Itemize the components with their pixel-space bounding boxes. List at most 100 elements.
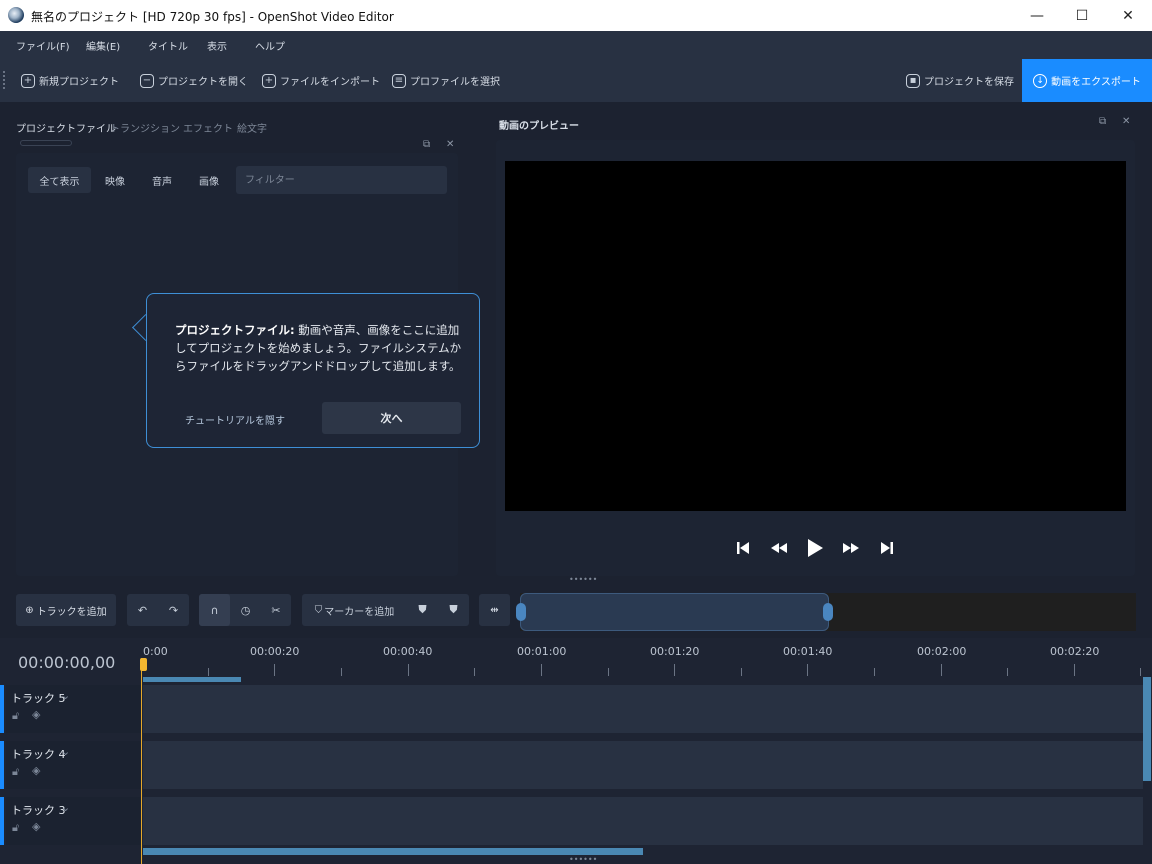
tutorial-heading: プロジェクトファイル:	[175, 323, 295, 337]
redo-icon[interactable]: ↷	[158, 594, 189, 626]
tutorial-message: プロジェクトファイル: 動画や音声、画像をここに追加してプロジェクトを始めましょ…	[175, 321, 465, 375]
add-marker-label: マーカーを追加	[324, 606, 395, 618]
import-files-button[interactable]: + ファイルをインポート	[262, 59, 380, 102]
jump-start-button[interactable]	[733, 537, 753, 559]
lock-icon[interactable]: 🔓︎	[12, 765, 19, 779]
preview-title: 動画のプレビュー	[499, 121, 579, 132]
import-files-icon: +	[262, 73, 276, 88]
open-project-icon: −	[140, 73, 154, 88]
menu-view[interactable]: 表示	[207, 38, 227, 53]
track-name[interactable]: トラック 4	[11, 746, 66, 762]
track-color-bar	[0, 685, 4, 733]
tab-scroll-indicator	[20, 140, 72, 146]
playhead-handle[interactable]	[140, 658, 147, 671]
import-files-label: ファイルをインポート	[280, 77, 380, 88]
ruler-label: 00:02:20	[1050, 645, 1100, 658]
track-row[interactable]	[143, 797, 1143, 845]
play-icon	[808, 539, 823, 557]
undo-icon[interactable]: ↶	[127, 594, 158, 626]
hide-tutorial-button[interactable]: チュートリアルを隠す	[167, 403, 303, 435]
tab-effects[interactable]: エフェクト	[183, 120, 233, 135]
razor-scissors-icon[interactable]: ✂	[261, 594, 291, 626]
save-project-label: プロジェクトを保存	[924, 77, 1014, 88]
choose-profile-button[interactable]: ≡ プロファイルを選択	[392, 59, 500, 102]
filter-tab-all[interactable]: 全て表示	[28, 167, 91, 193]
close-button[interactable]: ✕	[1105, 0, 1151, 31]
close-preview-icon[interactable]: ✕	[1122, 116, 1130, 127]
track-menu-chevron-down-icon[interactable]: ⌄	[61, 689, 70, 702]
next-tutorial-button[interactable]: 次へ	[322, 402, 461, 434]
keyframe-icon[interactable]: ◈	[32, 764, 40, 777]
timeline-horizontal-scrollbar[interactable]	[143, 848, 643, 855]
float-preview-icon[interactable]: ⧉	[1099, 116, 1106, 127]
menu-title[interactable]: タイトル	[148, 38, 188, 53]
track-name[interactable]: トラック 3	[11, 802, 66, 818]
keyframe-icon[interactable]: ◈	[32, 708, 40, 721]
snap-magnet-icon[interactable]: ∩	[199, 594, 230, 626]
filter-tab-audio[interactable]: 音声	[142, 167, 182, 193]
ruler-tick	[1074, 664, 1075, 676]
minimize-button[interactable]: —	[1014, 0, 1060, 31]
fast-forward-button[interactable]	[840, 537, 862, 559]
filter-input[interactable]	[236, 166, 447, 194]
track-row[interactable]	[143, 741, 1143, 789]
ruler-tick	[208, 668, 209, 676]
splitter-handle[interactable]: ••••••	[569, 575, 597, 584]
zoom-handle-left[interactable]	[516, 603, 526, 621]
new-project-label: 新規プロジェクト	[39, 77, 119, 88]
previous-marker-icon[interactable]: ⛊	[407, 594, 438, 626]
timing-clock-icon[interactable]: ◷	[230, 594, 261, 626]
playhead-line[interactable]	[141, 658, 142, 864]
save-project-button[interactable]: ▪ プロジェクトを保存	[906, 59, 1014, 102]
menu-file[interactable]: ファイル(F)	[16, 38, 70, 53]
export-video-label: 動画をエクスポート	[1051, 77, 1141, 88]
track-menu-chevron-down-icon[interactable]: ⌄	[61, 801, 70, 814]
tools-group: ∩ ◷ ✂	[199, 594, 291, 626]
center-timeline-icon: ⇹	[490, 604, 499, 616]
zoom-slider-range[interactable]	[520, 593, 829, 631]
ruler-tick	[608, 668, 609, 676]
tab-transitions[interactable]: トランジション	[110, 120, 180, 135]
new-project-button[interactable]: + 新規プロジェクト	[21, 59, 119, 102]
track-name[interactable]: トラック 5	[11, 690, 66, 706]
toolbar-grip[interactable]	[3, 71, 7, 89]
track-menu-chevron-down-icon[interactable]: ⌄	[61, 745, 70, 758]
filter-tab-image[interactable]: 画像	[189, 167, 229, 193]
lock-icon[interactable]: 🔓︎	[12, 821, 19, 835]
marker-group: ⛉ マーカーを追加 ⛊ ⛊	[302, 594, 469, 626]
zoom-handle-right[interactable]	[823, 603, 833, 621]
tab-project-files[interactable]: プロジェクトファイル	[16, 120, 116, 135]
play-button[interactable]	[804, 537, 826, 559]
float-panel-icon[interactable]: ⧉	[423, 139, 430, 150]
center-playhead-button[interactable]: ⇹	[479, 594, 510, 626]
menu-help[interactable]: ヘルプ	[255, 38, 285, 53]
rewind-button[interactable]	[768, 537, 790, 559]
fast-forward-icon	[843, 543, 859, 553]
menu-edit[interactable]: 編集(E)	[86, 38, 120, 53]
add-marker-button[interactable]: ⛉ マーカーを追加	[302, 594, 407, 626]
track-row[interactable]	[143, 685, 1143, 733]
keyframe-icon[interactable]: ◈	[32, 820, 40, 833]
filter-tab-video[interactable]: 映像	[95, 167, 135, 193]
add-track-button[interactable]: ⊕ トラックを追加	[16, 594, 116, 626]
ruler-tick	[674, 664, 675, 676]
open-project-button[interactable]: − プロジェクトを開く	[140, 59, 248, 102]
title-bar: 無名のプロジェクト [HD 720p 30 fps] - OpenShot Vi…	[0, 0, 1152, 31]
ruler-label: 00:01:00	[517, 645, 567, 658]
tab-emojis[interactable]: 絵文字	[237, 120, 267, 135]
video-canvas[interactable]	[505, 161, 1126, 511]
timeline-vertical-scrollbar[interactable]	[1143, 677, 1151, 781]
maximize-button[interactable]: ☐	[1059, 0, 1105, 31]
bottom-splitter-handle[interactable]: ••••••	[569, 855, 597, 864]
ruler-tick	[474, 668, 475, 676]
track-header[interactable]: トラック 4 ⌄ 🔓︎ ◈	[6, 741, 141, 789]
track-header[interactable]: トラック 3 ⌄ 🔓︎ ◈	[6, 797, 141, 845]
track-header[interactable]: トラック 5 ⌄ 🔓︎ ◈	[6, 685, 141, 733]
export-video-button[interactable]: ↓ 動画をエクスポート	[1022, 59, 1152, 102]
jump-end-button[interactable]	[877, 537, 897, 559]
close-panel-icon[interactable]: ✕	[446, 139, 454, 150]
ruler-tick	[274, 664, 275, 676]
next-marker-icon[interactable]: ⛊	[438, 594, 469, 626]
ruler-tick	[941, 664, 942, 676]
lock-icon[interactable]: 🔓︎	[12, 709, 19, 723]
